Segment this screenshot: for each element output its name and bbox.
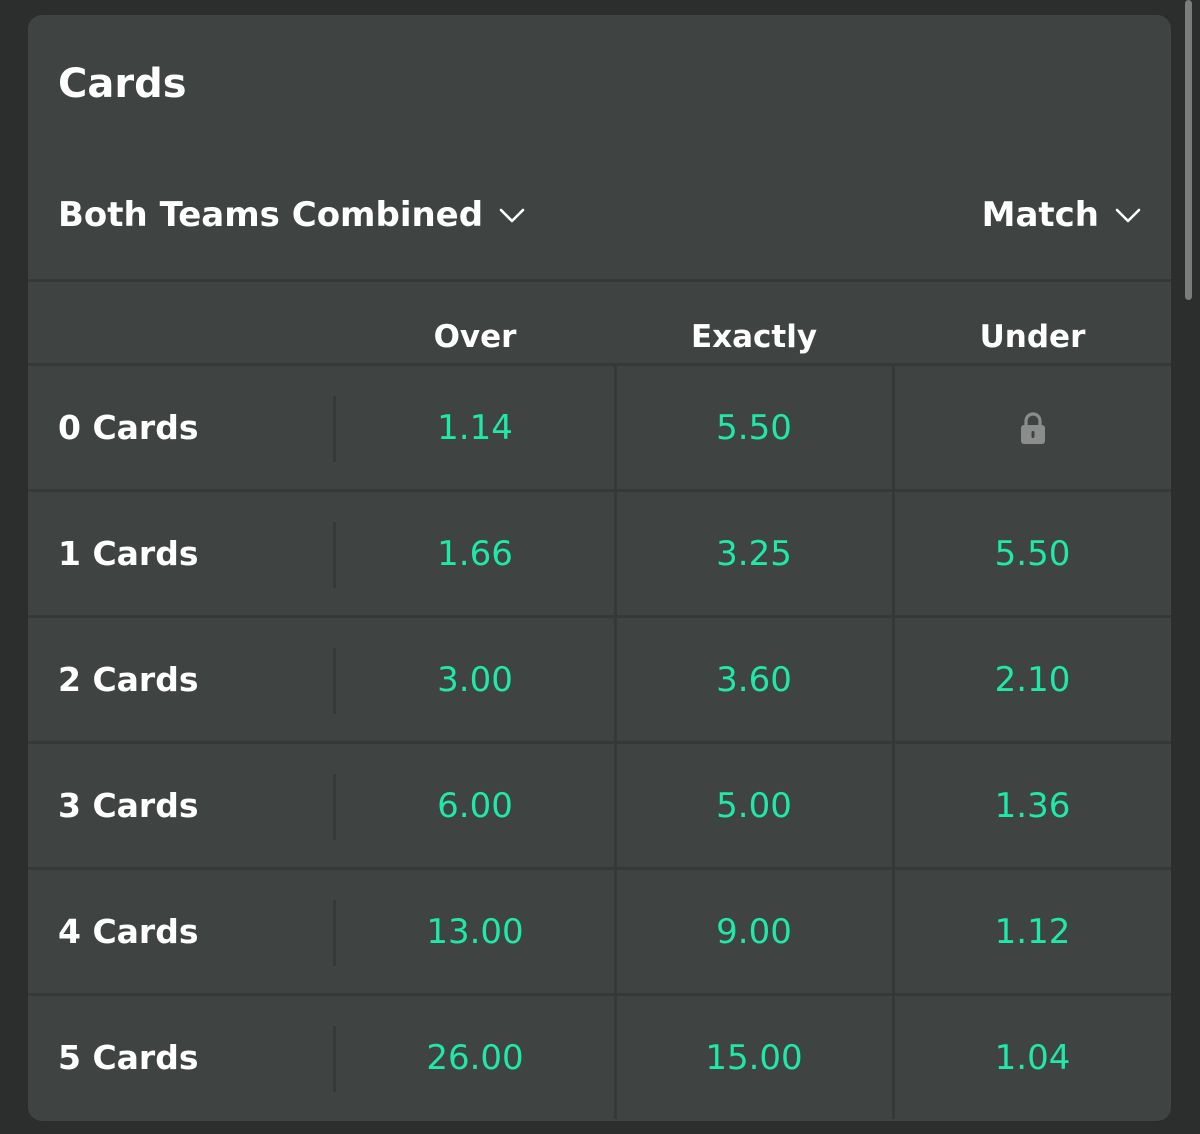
scrollbar[interactable] [1185, 0, 1192, 300]
row-label: 0 Cards [58, 408, 199, 447]
odds-cell-over[interactable]: 6.00 [336, 744, 614, 867]
chevron-down-icon [499, 208, 525, 223]
scope-dropdown[interactable]: Both Teams Combined [58, 190, 527, 240]
table-row: 0 Cards 1.14 5.50 [28, 366, 1171, 492]
row-label: 1 Cards [58, 534, 199, 573]
odds-cell-exactly[interactable]: 9.00 [616, 870, 892, 993]
table-row: 3 Cards 6.00 5.00 1.36 [28, 744, 1171, 870]
table-row: 2 Cards 3.00 3.60 2.10 [28, 618, 1171, 744]
table-row: 5 Cards 26.00 15.00 1.04 [28, 996, 1171, 1119]
odds-cell-under[interactable]: 5.50 [894, 492, 1171, 615]
odds-cell-exactly[interactable]: 15.00 [616, 996, 892, 1119]
scope-dropdown-label: Both Teams Combined [58, 195, 484, 235]
market-title: Cards [58, 61, 187, 107]
odds-cell-exactly[interactable]: 3.25 [616, 492, 892, 615]
lock-icon [1020, 411, 1045, 444]
cards-market-panel: Cards Both Teams Combined Match Over Exa… [28, 15, 1171, 1121]
odds-cell-exactly[interactable]: 3.60 [616, 618, 892, 741]
table-row: 4 Cards 13.00 9.00 1.12 [28, 870, 1171, 996]
table-row: 1 Cards 1.66 3.25 5.50 [28, 492, 1171, 618]
row-label: 3 Cards [58, 786, 199, 825]
period-dropdown-label: Match [981, 195, 1099, 235]
odds-cell-exactly[interactable]: 5.00 [616, 744, 892, 867]
odds-cell-under[interactable]: 1.12 [894, 870, 1171, 993]
odds-cell-under[interactable]: 1.04 [894, 996, 1171, 1119]
period-dropdown[interactable]: Match [982, 190, 1143, 240]
row-label: 2 Cards [58, 660, 199, 699]
odds-cell-over[interactable]: 1.66 [336, 492, 614, 615]
filter-bar: Both Teams Combined Match [28, 190, 1171, 270]
header-divider [28, 279, 1171, 282]
odds-cell-under-locked [894, 366, 1171, 489]
odds-cell-over[interactable]: 3.00 [336, 618, 614, 741]
odds-cell-over[interactable]: 26.00 [336, 996, 614, 1119]
row-label: 4 Cards [58, 912, 199, 951]
row-label: 5 Cards [58, 1038, 199, 1077]
chevron-down-icon [1115, 208, 1141, 223]
odds-cell-under[interactable]: 1.36 [894, 744, 1171, 867]
odds-cell-exactly[interactable]: 5.50 [616, 366, 892, 489]
odds-cell-over[interactable]: 1.14 [336, 366, 614, 489]
odds-cell-over[interactable]: 13.00 [336, 870, 614, 993]
odds-cell-under[interactable]: 2.10 [894, 618, 1171, 741]
